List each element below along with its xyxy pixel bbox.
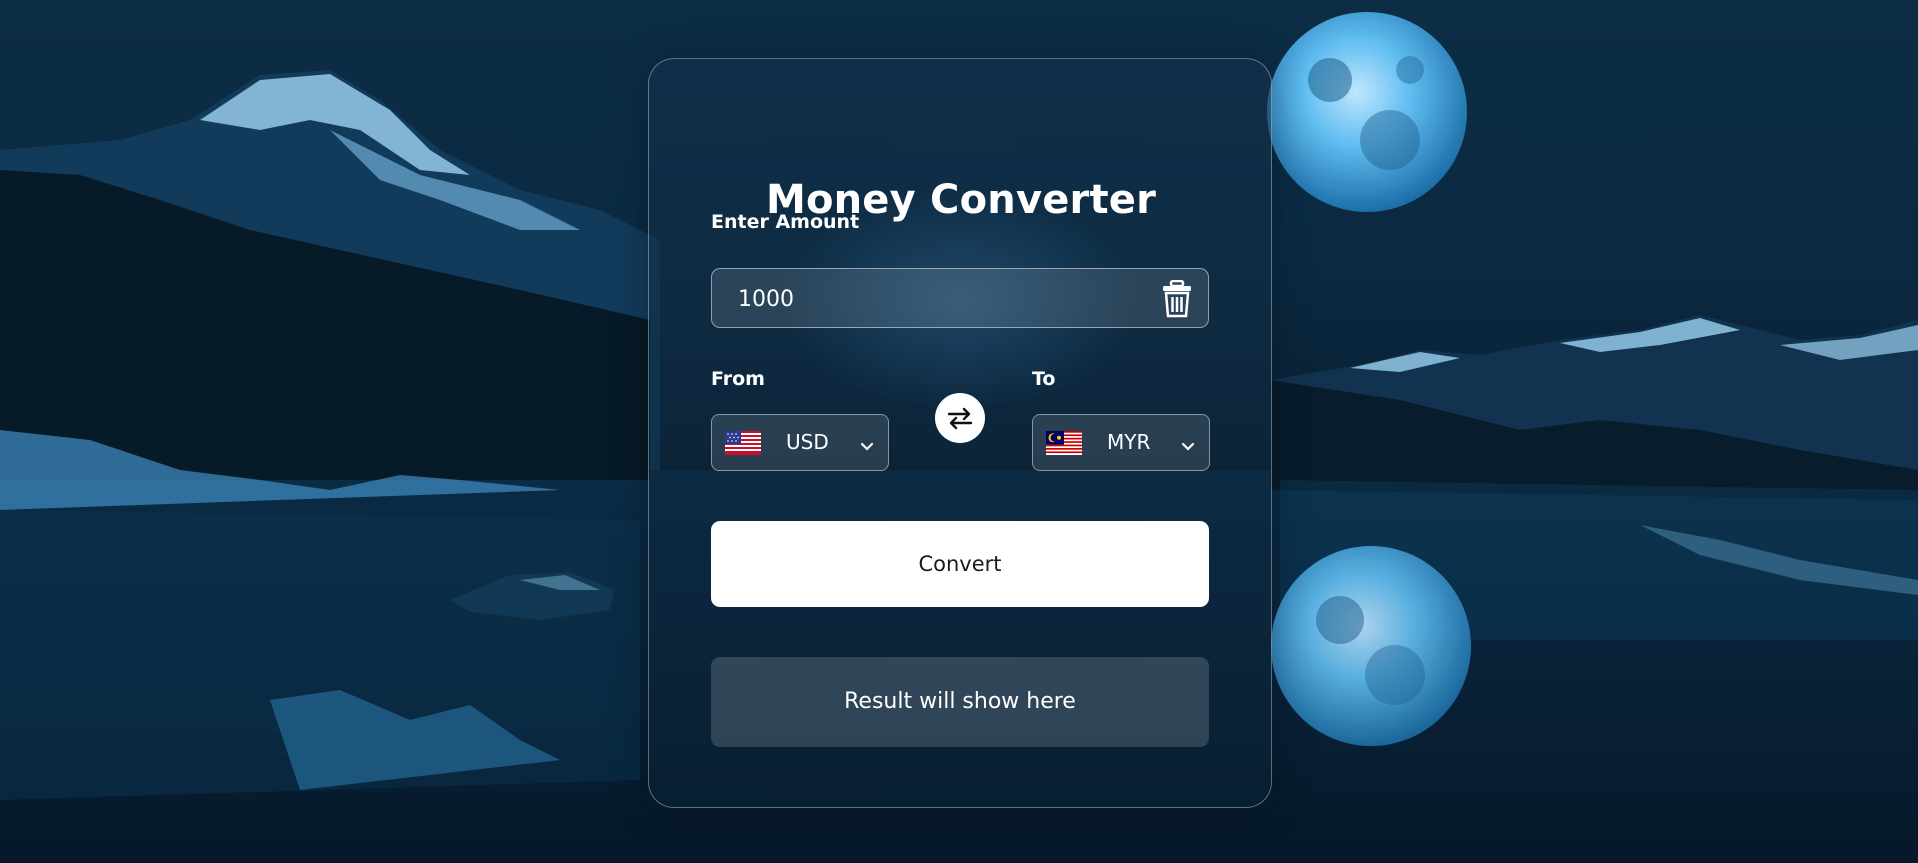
to-currency-code: MYR	[1107, 430, 1151, 454]
convert-button[interactable]: Convert	[711, 521, 1209, 607]
converter-card: Money Converter Enter Amount From To	[648, 58, 1272, 808]
swap-button[interactable]	[935, 393, 985, 443]
chevron-down-icon	[1181, 437, 1195, 451]
amount-field[interactable]	[711, 268, 1209, 328]
from-currency-select[interactable]: USD	[711, 414, 889, 471]
to-currency-select[interactable]: MYR	[1032, 414, 1210, 471]
amount-input[interactable]	[736, 281, 1140, 317]
from-label: From	[711, 368, 765, 390]
malaysia-flag-icon	[1046, 431, 1082, 455]
chevron-down-icon	[860, 437, 874, 451]
result-display: Result will show here	[711, 657, 1209, 747]
trash-icon[interactable]	[1162, 279, 1192, 318]
amount-label: Enter Amount	[711, 211, 860, 233]
from-currency-code: USD	[786, 430, 829, 454]
to-label: To	[1032, 368, 1056, 390]
app-screen: Money Converter Enter Amount From To	[0, 0, 1918, 863]
us-flag-icon	[725, 431, 761, 455]
